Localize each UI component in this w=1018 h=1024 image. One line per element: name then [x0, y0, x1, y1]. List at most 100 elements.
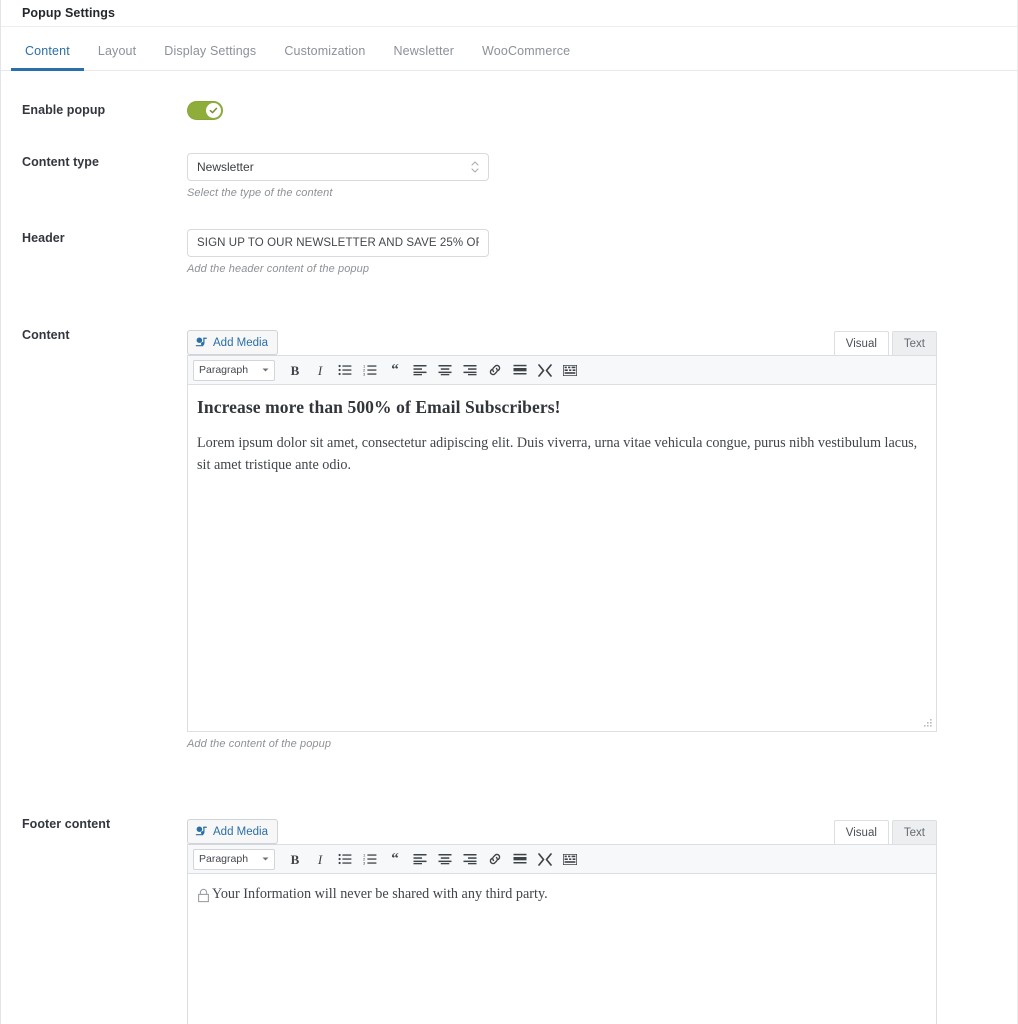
- align-right-button[interactable]: [458, 358, 482, 382]
- footer-editor-tab-text-label: Text: [903, 826, 925, 839]
- read-more-icon: [513, 853, 527, 864]
- footer-editor-top: Add Media Visual Text: [187, 815, 937, 844]
- content-label: Content: [22, 328, 70, 342]
- align-center-icon: [438, 365, 452, 376]
- align-right-icon: [463, 854, 477, 865]
- tab-display-settings-label: Display Settings: [164, 43, 257, 58]
- footer-numbered-list-button[interactable]: 1 2 3: [358, 847, 382, 871]
- tab-layout-label: Layout: [97, 43, 137, 58]
- footer-bold-button[interactable]: B: [283, 847, 307, 871]
- footer-toolbar-toggle-button[interactable]: [558, 847, 582, 871]
- footer-align-center-button[interactable]: [433, 847, 457, 871]
- tab-content-label: Content: [25, 43, 70, 58]
- footer-distraction-free-button[interactable]: [533, 847, 557, 871]
- content-help: Add the content of the popup: [187, 738, 332, 750]
- header-input[interactable]: [187, 229, 489, 257]
- content-editor-top: Add Media Visual Text: [187, 326, 937, 355]
- header-label: Header: [22, 231, 65, 245]
- align-left-button[interactable]: [408, 358, 432, 382]
- enable-popup-toggle[interactable]: [187, 101, 223, 120]
- footer-blockquote-button[interactable]: “: [383, 847, 407, 871]
- content-editor-heading: Increase more than 500% of Email Subscri…: [197, 397, 561, 417]
- content-type-label-col: Content type: [1, 153, 187, 199]
- bulleted-list-button[interactable]: [333, 358, 357, 382]
- footer-editor-tab-visual[interactable]: Visual: [833, 820, 889, 844]
- footer-editor-tab-visual-label: Visual: [845, 826, 877, 839]
- format-select[interactable]: Paragraph: [193, 359, 275, 381]
- toolbar-toggle-icon: [563, 853, 577, 865]
- tab-content[interactable]: Content: [11, 43, 84, 71]
- editor-tab-text[interactable]: Text: [891, 331, 937, 355]
- footer-content-label: Footer content: [22, 817, 111, 831]
- footer-italic-button[interactable]: I: [308, 847, 332, 871]
- footer-align-right-button[interactable]: [458, 847, 482, 871]
- add-media-button[interactable]: Add Media: [187, 330, 278, 355]
- content-editor-paragraph: Lorem ipsum dolor sit amet, consectetur …: [197, 435, 918, 473]
- footer-editor-view-tabs: Visual Text: [831, 820, 937, 844]
- popup-settings-page: Popup Settings Content Layout Display Se…: [0, 0, 1018, 1024]
- footer-add-media-button[interactable]: Add Media: [187, 819, 278, 844]
- tab-newsletter[interactable]: Newsletter: [379, 43, 468, 71]
- bulleted-list-icon: [338, 853, 352, 865]
- footer-editor-body[interactable]: Your Information will never be shared wi…: [187, 874, 937, 1024]
- content-label-col: Content: [1, 326, 187, 750]
- tab-layout[interactable]: Layout: [84, 43, 150, 71]
- align-center-button[interactable]: [433, 358, 457, 382]
- distraction-free-button[interactable]: [533, 358, 557, 382]
- align-center-icon: [438, 854, 452, 865]
- tab-customization-label: Customization: [284, 43, 366, 58]
- tab-display-settings[interactable]: Display Settings: [150, 43, 270, 71]
- check-icon: [209, 107, 218, 114]
- editor-tab-text-label: Text: [903, 337, 925, 350]
- content-type-help: Select the type of the content: [187, 187, 333, 199]
- chevron-down-icon: [262, 368, 269, 372]
- toggle-knob: [206, 103, 221, 118]
- tab-customization[interactable]: Customization: [270, 43, 379, 71]
- footer-editor-text: Your Information will never be shared wi…: [212, 886, 548, 902]
- row-content: Content Add Media Visual Text Paragraph …: [1, 326, 1017, 750]
- footer-align-left-button[interactable]: [408, 847, 432, 871]
- footer-editor-tab-text[interactable]: Text: [891, 820, 937, 844]
- tab-woocommerce[interactable]: WooCommerce: [468, 43, 584, 71]
- blockquote-icon: “: [391, 850, 399, 867]
- read-more-button[interactable]: [508, 358, 532, 382]
- header-field-col: Add the header content of the popup: [187, 229, 1017, 275]
- blockquote-icon: “: [391, 361, 399, 378]
- content-type-selected-value: Newsletter: [197, 160, 254, 174]
- footer-link-button[interactable]: [483, 847, 507, 871]
- editor-tab-visual-label: Visual: [845, 337, 877, 350]
- resize-grip-icon[interactable]: [921, 716, 934, 729]
- footer-editor: Add Media Visual Text Paragraph B I 1 2 …: [187, 815, 937, 1024]
- align-left-icon: [413, 365, 427, 376]
- numbered-list-button[interactable]: 1 2 3: [358, 358, 382, 382]
- footer-read-more-button[interactable]: [508, 847, 532, 871]
- row-content-type: Content type Newsletter Select the type …: [1, 153, 1017, 199]
- link-icon: [489, 364, 501, 376]
- content-type-field-col: Newsletter Select the type of the conten…: [187, 153, 1017, 199]
- chevron-down-icon: [262, 857, 269, 861]
- bold-button[interactable]: B: [283, 358, 307, 382]
- enable-popup-label: Enable popup: [22, 103, 106, 117]
- row-footer-content: Footer content Add Media Visual Text Par…: [1, 815, 1017, 1024]
- blockquote-button[interactable]: “: [383, 358, 407, 382]
- footer-content-field-col: Add Media Visual Text Paragraph B I 1 2 …: [187, 815, 1017, 1024]
- tab-woocommerce-label: WooCommerce: [482, 43, 571, 58]
- footer-format-select[interactable]: Paragraph: [193, 848, 275, 870]
- tab-newsletter-label: Newsletter: [393, 43, 455, 58]
- media-icon: [195, 337, 207, 347]
- editor-tab-visual[interactable]: Visual: [833, 331, 889, 355]
- settings-tabs: Content Layout Display Settings Customiz…: [1, 27, 1017, 71]
- toolbar-toggle-button[interactable]: [558, 358, 582, 382]
- link-button[interactable]: [483, 358, 507, 382]
- lock-icon: [198, 888, 209, 903]
- content-type-select[interactable]: Newsletter: [187, 153, 489, 181]
- content-type-label: Content type: [22, 155, 99, 169]
- content-editor-body[interactable]: Increase more than 500% of Email Subscri…: [187, 385, 937, 732]
- enable-popup-label-col: Enable popup: [1, 101, 187, 120]
- footer-bulleted-list-button[interactable]: [333, 847, 357, 871]
- italic-button[interactable]: I: [308, 358, 332, 382]
- align-right-icon: [463, 365, 477, 376]
- align-left-icon: [413, 854, 427, 865]
- footer-editor-toolbar: Paragraph B I 1 2 3 “: [187, 844, 937, 874]
- svg-text:3: 3: [363, 371, 366, 376]
